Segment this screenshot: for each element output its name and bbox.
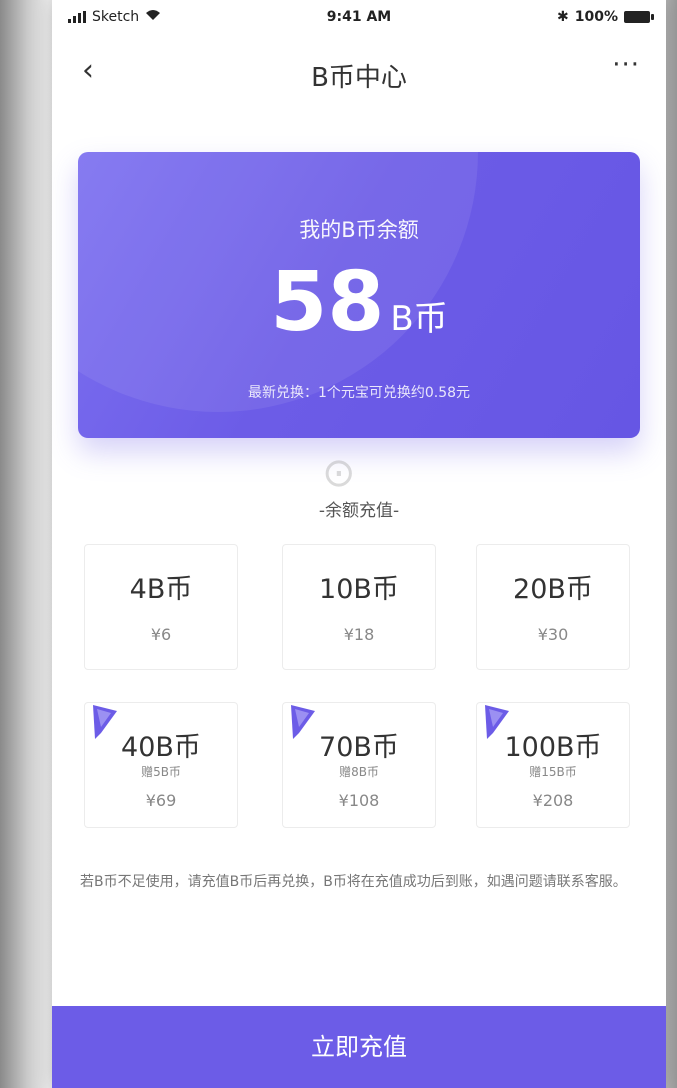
- status-bar: Sketch 9:41 AM ✱ 100%: [52, 0, 666, 36]
- more-icon[interactable]: ···: [612, 50, 640, 80]
- promo-price: ¥69: [145, 791, 177, 810]
- navigation-bar: ‹ B币中心 ···: [52, 36, 666, 108]
- watermark-icon: ⊙: [322, 450, 356, 496]
- status-right: ✱ 100%: [557, 9, 654, 25]
- balance-note: 最新兑换：1个元宝可兑换约0.58元: [247, 385, 471, 401]
- balance-amount: 58: [270, 255, 385, 350]
- battery-label: 100%: [574, 9, 618, 25]
- option-amount: 10B币: [319, 574, 399, 605]
- recharge-now-button[interactable]: 立即充值: [52, 1006, 666, 1088]
- page-title: B币中心: [311, 63, 407, 93]
- balance-amount-row: 58 B币: [78, 262, 640, 344]
- recharge-promo-option[interactable]: 40B币 赠5B币 ¥69: [84, 702, 238, 828]
- promo-bonus: 赠15B币: [529, 765, 577, 779]
- promo-amount: 100B币: [504, 732, 602, 763]
- option-price: ¥18: [343, 625, 375, 644]
- recharge-section-title: -余额充值-: [318, 501, 400, 521]
- recharge-option[interactable]: 20B币 ¥30: [476, 544, 630, 670]
- balance-card: 我的B币余额 58 B币 最新兑换：1个元宝可兑换约0.58元: [78, 152, 640, 438]
- bluetooth-icon: ✱: [557, 9, 569, 25]
- recharge-option[interactable]: 10B币 ¥18: [282, 544, 436, 670]
- option-price: ¥6: [150, 625, 172, 644]
- recharge-notice: 若B币不足使用，请充值B币后再兑换，B币将在充值成功后到账，如遇问题请联系客服。: [80, 874, 627, 890]
- promo-bonus: 赠5B币: [141, 765, 181, 779]
- option-amount: 20B币: [513, 574, 593, 605]
- balance-unit: B币: [390, 299, 448, 339]
- promo-bonus: 赠8B币: [339, 765, 379, 779]
- recharge-promo-option[interactable]: 100B币 赠15B币 ¥208: [476, 702, 630, 828]
- battery-icon: [624, 11, 654, 23]
- promo-amount: 70B币: [319, 732, 399, 763]
- phone-screen: Sketch 9:41 AM ✱ 100% ‹ B币中心 ··· 我的B币余额 …: [52, 0, 666, 1088]
- promo-price: ¥208: [532, 791, 574, 810]
- promo-price: ¥108: [338, 791, 380, 810]
- balance-label: 我的B币余额: [299, 218, 419, 242]
- option-price: ¥30: [537, 625, 569, 644]
- promo-amount: 40B币: [121, 732, 201, 763]
- option-amount: 4B币: [129, 574, 193, 605]
- recharge-promo-option[interactable]: 70B币 赠8B币 ¥108: [282, 702, 436, 828]
- recharge-option[interactable]: 4B币 ¥6: [84, 544, 238, 670]
